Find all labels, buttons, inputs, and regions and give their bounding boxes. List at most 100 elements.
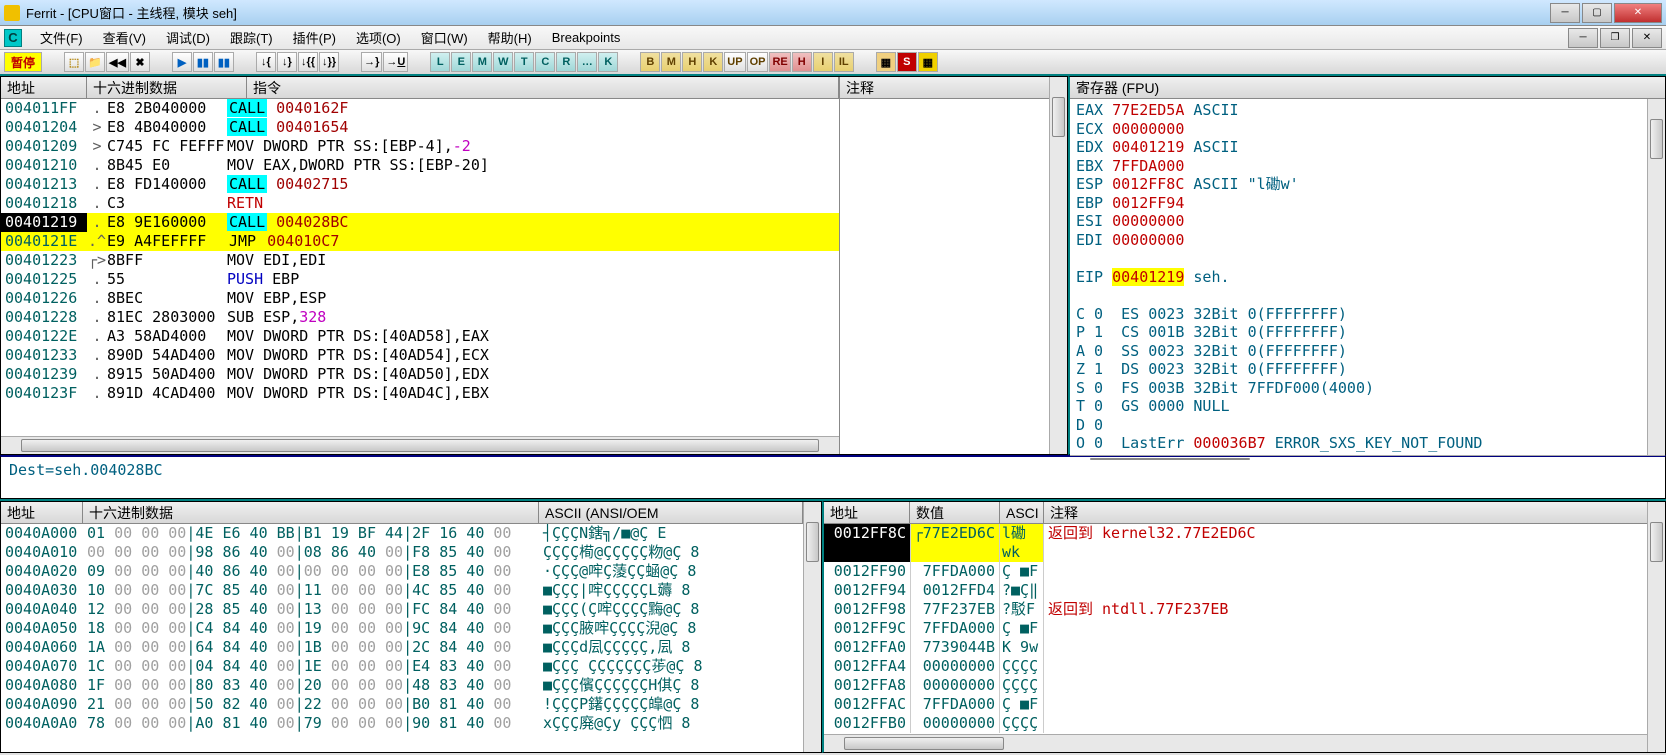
menu-debug[interactable]: 调试(D) <box>156 26 220 49</box>
col-hex[interactable]: 十六进制数据 <box>87 77 247 98</box>
dump-row[interactable]: 0040A0A078 00 00 00|A0 81 40 00|79 00 00… <box>1 714 803 733</box>
disasm-row[interactable]: 00401226.8BECMOV EBP,ESP <box>1 289 839 308</box>
disasm-row[interactable]: 0040123F.891D 4CAD400MOV DWORD PTR DS:[4… <box>1 384 839 403</box>
dump-row[interactable]: 0040A09021 00 00 00|50 82 40 00|22 00 00… <box>1 695 803 714</box>
dump-col-ascii[interactable]: ASCII (ANSI/OEM <box>539 502 803 523</box>
disasm-row[interactable]: 0040121E.^E9 A4FEFFFFJMP 004010C7 <box>1 232 839 251</box>
stack-row[interactable]: 0012FFA800000000ÇÇÇÇ <box>824 676 1647 695</box>
disasm-row[interactable]: 00401209>C745 FC FEFFFMOV DWORD PTR SS:[… <box>1 137 839 156</box>
regs-hscroll[interactable] <box>1070 455 1665 456</box>
stack-row[interactable]: 0012FFAC7FFDA000Ç ■F <box>824 695 1647 714</box>
stack-row[interactable]: 0012FF8C┌77E2ED6Cl磡wk返回到 kernel32.77E2ED… <box>824 524 1647 562</box>
dump-vscroll[interactable] <box>803 502 821 752</box>
pause-exec-button[interactable]: ▮▮ <box>193 52 213 72</box>
disasm-row[interactable]: 00401210.8B45 E0MOV EAX,DWORD PTR SS:[EB… <box>1 156 839 175</box>
rewind-button[interactable]: ◀◀ <box>106 52 129 72</box>
dump-row[interactable]: 0040A01000 00 00 00|98 86 40 00|08 86 40… <box>1 543 803 562</box>
stack-hscroll[interactable] <box>824 734 1647 752</box>
col-addr[interactable]: 地址 <box>1 77 87 98</box>
tool3-button[interactable]: ▦ <box>918 52 938 72</box>
disasm-row[interactable]: 00401219.E8 9E160000CALL 004028BC <box>1 213 839 232</box>
stack-col-addr[interactable]: 地址 <box>824 502 910 523</box>
dump-row[interactable]: 0040A0701C 00 00 00|04 84 40 00|1E 00 00… <box>1 657 803 676</box>
step-over-button[interactable]: ↓} <box>277 52 297 72</box>
menu-window[interactable]: 窗口(W) <box>411 26 478 49</box>
memory-button[interactable]: M <box>472 52 492 72</box>
til-user-button[interactable]: →U <box>383 52 408 72</box>
mdi-close-button[interactable]: ✕ <box>1632 28 1662 48</box>
stack-row[interactable]: 0012FF9C7FFDA000Ç ■F <box>824 619 1647 638</box>
regs-vscroll[interactable] <box>1647 99 1665 455</box>
open-button[interactable]: ⬚ <box>64 52 84 72</box>
stack-col-val[interactable]: 数值 <box>910 502 1000 523</box>
dump-list[interactable]: 0040A00001 00 00 00|4E E6 40 BB|B1 19 BF… <box>1 524 803 752</box>
stack-col-cmt[interactable]: 注释 <box>1044 502 1647 523</box>
dump-row[interactable]: 0040A00001 00 00 00|4E E6 40 BB|B1 19 BF… <box>1 524 803 543</box>
disasm-row[interactable]: 004011FF.E8 2B040000CALL 0040162F <box>1 99 839 118</box>
step-button[interactable]: ▮▮ <box>214 52 234 72</box>
threads-button[interactable]: T <box>514 52 534 72</box>
disasm-vscroll[interactable] <box>1049 77 1067 454</box>
menu-trace[interactable]: 跟踪(T) <box>220 26 283 49</box>
tool2-button[interactable]: S <box>897 52 917 72</box>
step-into-button[interactable]: ↓{ <box>256 52 276 72</box>
stack-row[interactable]: 0012FF907FFDA000Ç ■F <box>824 562 1647 581</box>
stack-row[interactable]: 0012FFA400000000ÇÇÇÇ <box>824 657 1647 676</box>
dump-row[interactable]: 0040A0801F 00 00 00|80 83 40 00|20 00 00… <box>1 676 803 695</box>
stop-button[interactable]: ✖ <box>130 52 150 72</box>
dump-col-hex[interactable]: 十六进制数据 <box>83 502 539 523</box>
til-ret-button[interactable]: →} <box>361 52 382 72</box>
dump-row[interactable]: 0040A0601A 00 00 00|64 84 40 00|1B 00 00… <box>1 638 803 657</box>
trace-over-button[interactable]: ↓}} <box>319 52 339 72</box>
pause-button[interactable]: 暂停 <box>4 52 42 72</box>
tool1-button[interactable]: ▦ <box>876 52 896 72</box>
stack-row[interactable]: 0012FF940012FFD4?■Ç‖ <box>824 581 1647 600</box>
up-button[interactable]: UP <box>724 52 745 72</box>
minimize-button[interactable]: ─ <box>1550 3 1580 23</box>
menu-file[interactable]: 文件(F) <box>30 26 93 49</box>
stack-row[interactable]: 0012FF9877F237EB?駁F返回到 ntdll.77F237EB <box>824 600 1647 619</box>
stack-vscroll[interactable] <box>1647 502 1665 752</box>
op-button[interactable]: OP <box>747 52 769 72</box>
trace-into-button[interactable]: ↓{{ <box>298 52 318 72</box>
disassembly-pane[interactable]: 地址 十六进制数据 指令 004011FF.E8 2B040000CALL 00… <box>0 76 1068 455</box>
disasm-row[interactable]: 0040122E.A3 58AD4000MOV DWORD PTR DS:[40… <box>1 327 839 346</box>
menu-options[interactable]: 选项(O) <box>346 26 411 49</box>
windows-button[interactable]: W <box>493 52 513 72</box>
menu-plugins[interactable]: 插件(P) <box>283 26 346 49</box>
disasm-row[interactable]: 00401223┌>8BFFMOV EDI,EDI <box>1 251 839 270</box>
i-button[interactable]: I <box>813 52 833 72</box>
modules-button[interactable]: E <box>451 52 471 72</box>
registers-pane[interactable]: 寄存器 (FPU) EAX 77E2ED5A ASCIIECX 00000000… <box>1068 76 1666 455</box>
disasm-row[interactable]: 00401239.8915 50AD400MOV DWORD PTR DS:[4… <box>1 365 839 384</box>
stack-list[interactable]: 0012FF8C┌77E2ED6Cl磡wk返回到 kernel32.77E2ED… <box>824 524 1647 734</box>
registers-list[interactable]: EAX 77E2ED5A ASCIIECX 00000000EDX 004012… <box>1070 99 1647 455</box>
k-button[interactable]: K <box>703 52 723 72</box>
dump-col-addr[interactable]: 地址 <box>1 502 83 523</box>
re-button[interactable]: RE <box>769 52 790 72</box>
maximize-button[interactable]: ▢ <box>1582 3 1612 23</box>
disassembly-list[interactable]: 004011FF.E8 2B040000CALL 0040162F0040120… <box>1 99 839 436</box>
stack-button[interactable]: K <box>598 52 618 72</box>
close-button[interactable]: ✕ <box>1614 3 1662 23</box>
m-button[interactable]: M <box>661 52 681 72</box>
log-button[interactable]: L <box>430 52 450 72</box>
disasm-row[interactable]: 00401204>E8 4B040000CALL 00401654 <box>1 118 839 137</box>
disasm-row[interactable]: 00401218.C3RETN <box>1 194 839 213</box>
dump-row[interactable]: 0040A02009 00 00 00|40 86 40 00|00 00 00… <box>1 562 803 581</box>
col-instr[interactable]: 指令 <box>247 77 839 98</box>
b-button[interactable]: B <box>640 52 660 72</box>
stack-row[interactable]: 0012FFB000000000ÇÇÇÇ <box>824 714 1647 733</box>
dump-row[interactable]: 0040A04012 00 00 00|28 85 40 00|13 00 00… <box>1 600 803 619</box>
dump-row[interactable]: 0040A05018 00 00 00|C4 84 40 00|19 00 00… <box>1 619 803 638</box>
stack-col-ascii[interactable]: ASCI <box>1000 502 1044 523</box>
stack-row[interactable]: 0012FFA07739044BK 9w <box>824 638 1647 657</box>
disasm-row[interactable]: 00401213.E8 FD140000CALL 00402715 <box>1 175 839 194</box>
more-button[interactable]: … <box>577 52 597 72</box>
menu-help[interactable]: 帮助(H) <box>478 26 542 49</box>
col-comment[interactable]: 注释 <box>840 77 1049 98</box>
disasm-row[interactable]: 00401233.890D 54AD400MOV DWORD PTR DS:[4… <box>1 346 839 365</box>
dump-pane[interactable]: 地址 十六进制数据 ASCII (ANSI/OEM 0040A00001 00 … <box>0 501 822 753</box>
mdi-minimize-button[interactable]: ─ <box>1568 28 1598 48</box>
cpu-button[interactable]: C <box>535 52 555 72</box>
